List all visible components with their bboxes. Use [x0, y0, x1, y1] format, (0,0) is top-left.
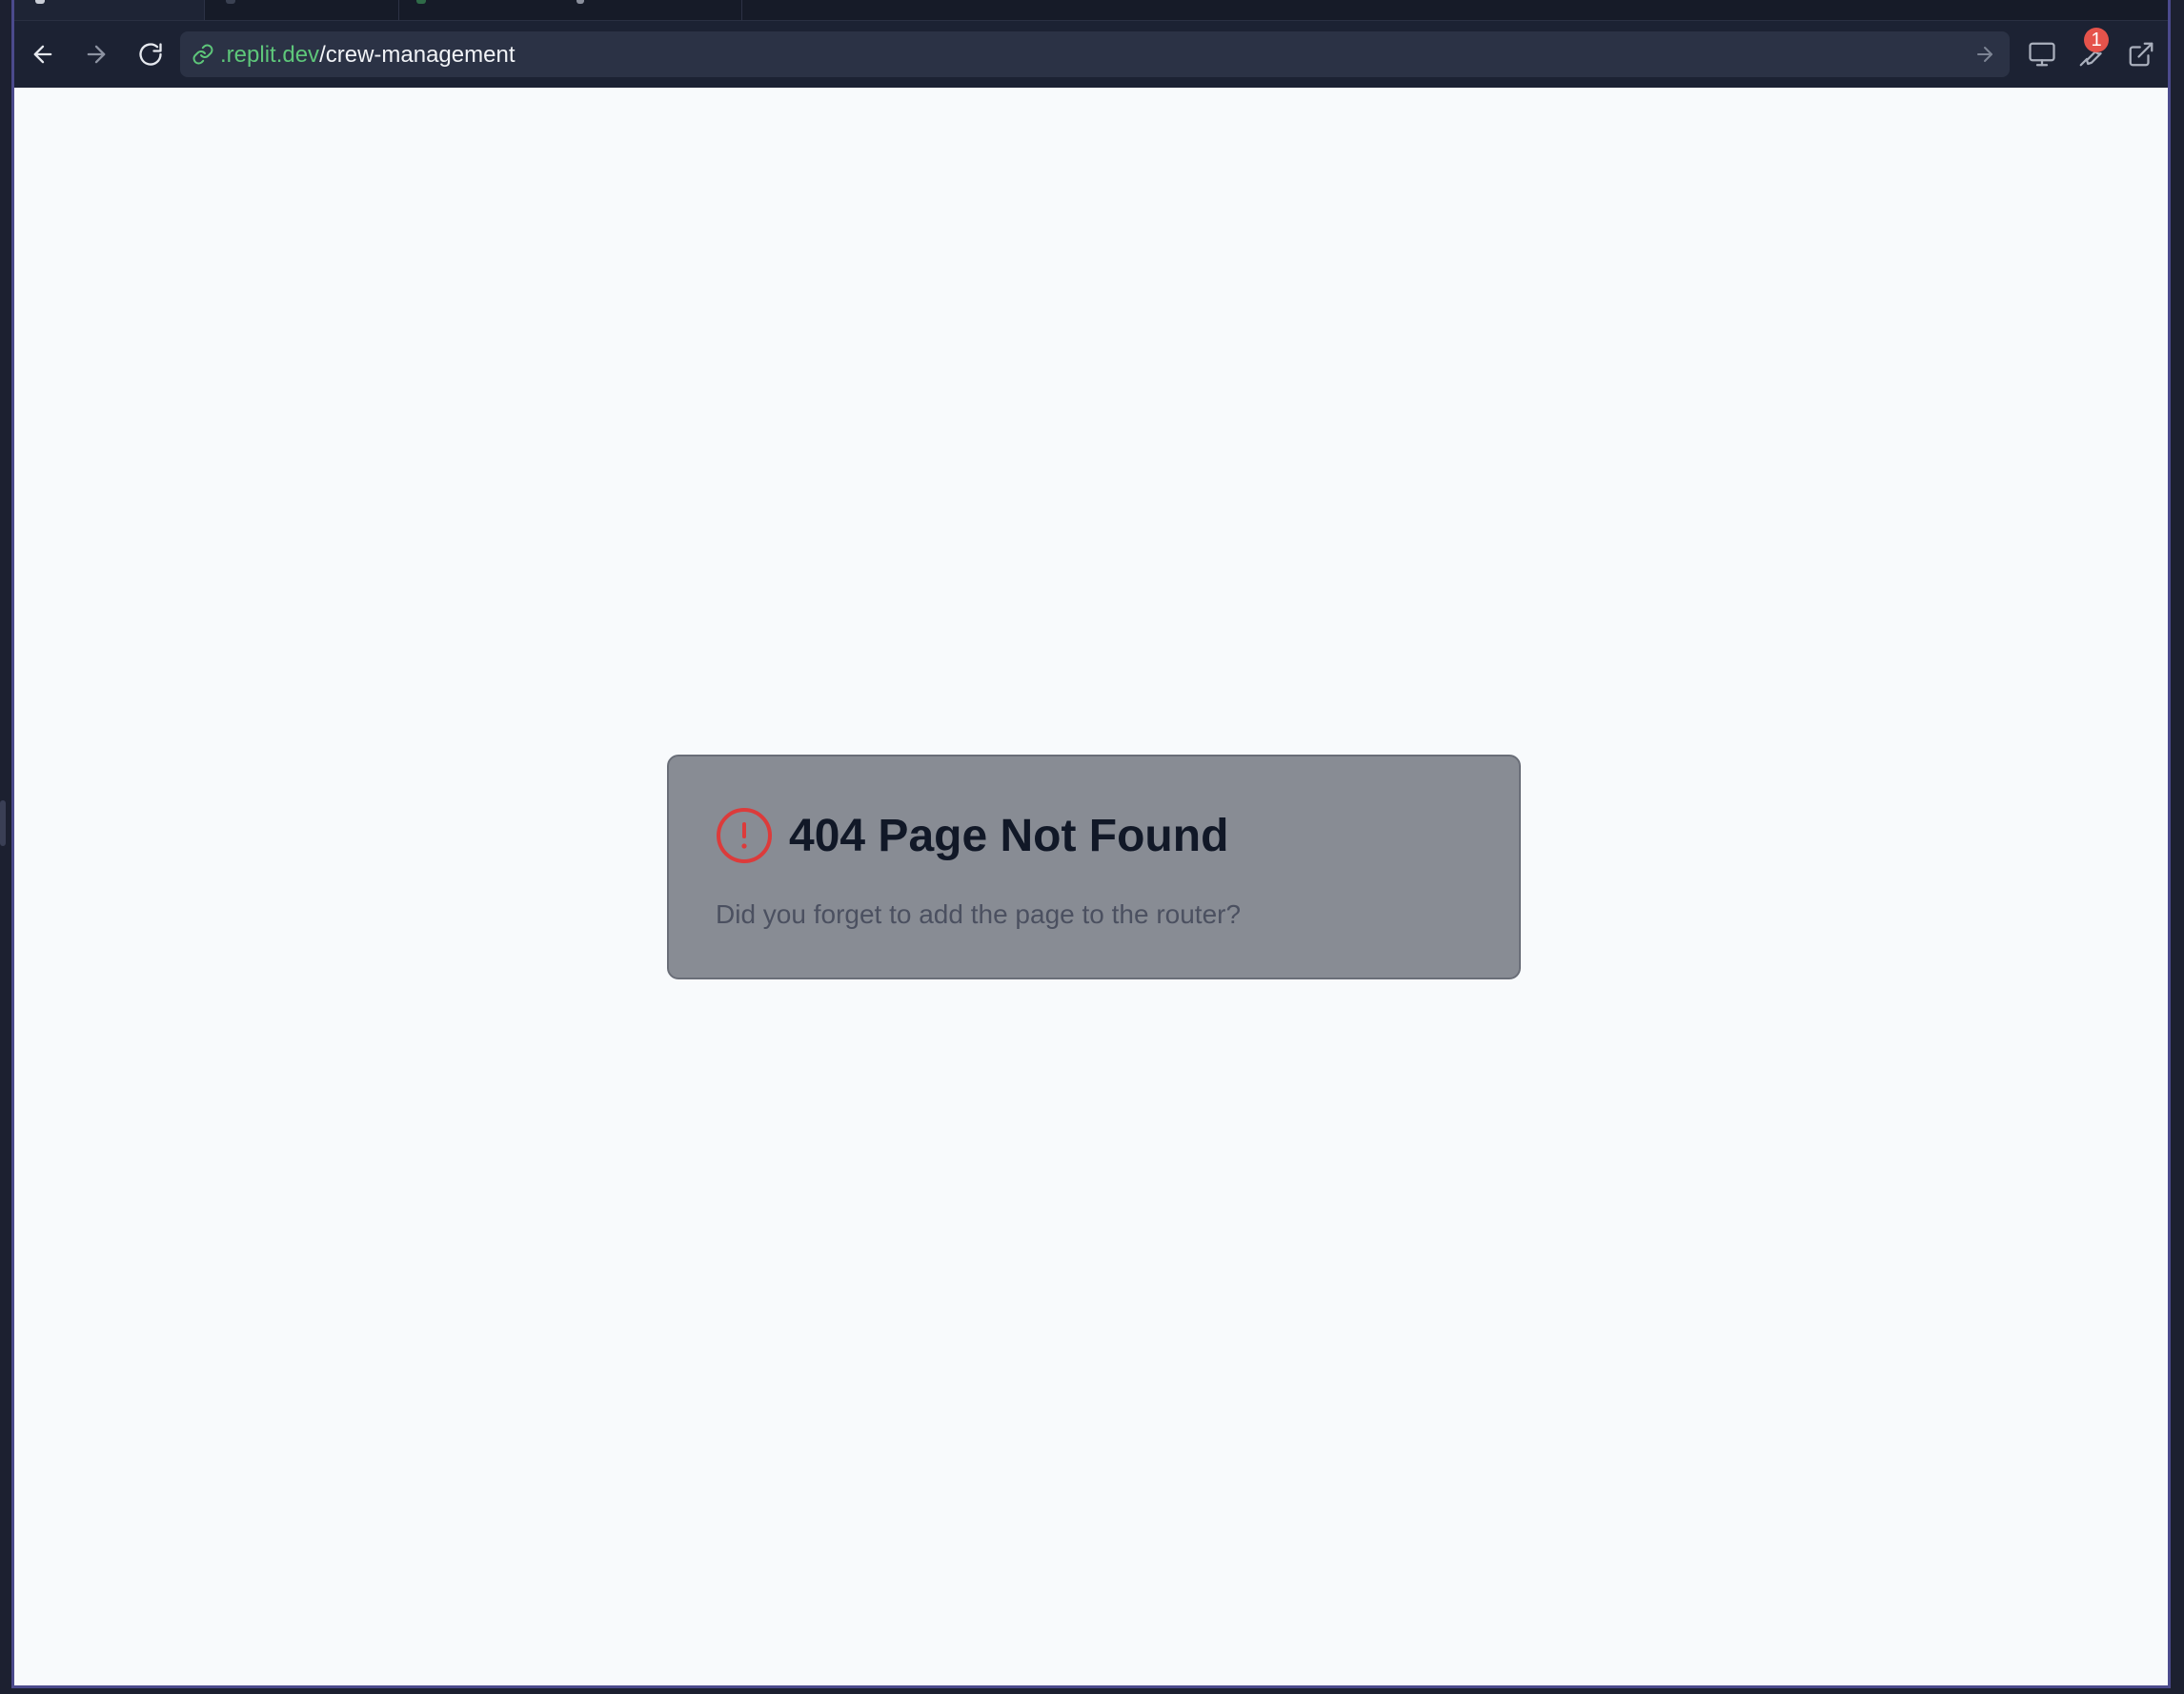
tab-2[interactable] [205, 0, 399, 20]
browser-toolbar: .replit.dev/crew-management [14, 21, 2168, 88]
tab-active[interactable] [14, 0, 205, 20]
external-link-icon [2129, 42, 2154, 67]
page-title: 404 Page Not Found [789, 811, 1229, 861]
tab-strip [14, 0, 2168, 21]
error-message: Did you forget to add the page to the ro… [716, 899, 1242, 929]
panel-resize-handle[interactable] [0, 800, 6, 846]
back-button[interactable] [24, 35, 62, 73]
url-text[interactable]: .replit.dev/crew-management [220, 42, 515, 69]
open-external-button[interactable] [2124, 37, 2158, 71]
tab-favicon [416, 0, 426, 4]
tab-favicon [226, 0, 235, 4]
tab-title-fragment [576, 0, 584, 4]
monitor-icon [2029, 42, 2055, 67]
url-path: /crew-management [319, 42, 516, 68]
arrow-right-icon [87, 45, 106, 64]
link-icon [192, 44, 213, 65]
url-host: .replit.dev [220, 42, 320, 68]
reload-button[interactable] [131, 35, 170, 73]
tab-3[interactable] [399, 0, 742, 20]
arrow-left-icon [33, 45, 52, 64]
browser-frame: .replit.dev/crew-management 404 Page Not… [11, 0, 2171, 1688]
device-preview-button[interactable] [2025, 37, 2059, 71]
not-found-card: 404 Page Not Found Did you forget to add… [667, 755, 1521, 979]
tab-favicon [35, 0, 45, 4]
go-arrow-icon[interactable] [1973, 43, 1996, 66]
url-bar[interactable]: .replit.dev/crew-management [180, 31, 2010, 77]
alert-circle-icon [717, 808, 772, 863]
notification-badge: 1 [2084, 28, 2109, 52]
forward-button[interactable] [77, 35, 115, 73]
reload-icon [139, 43, 162, 66]
